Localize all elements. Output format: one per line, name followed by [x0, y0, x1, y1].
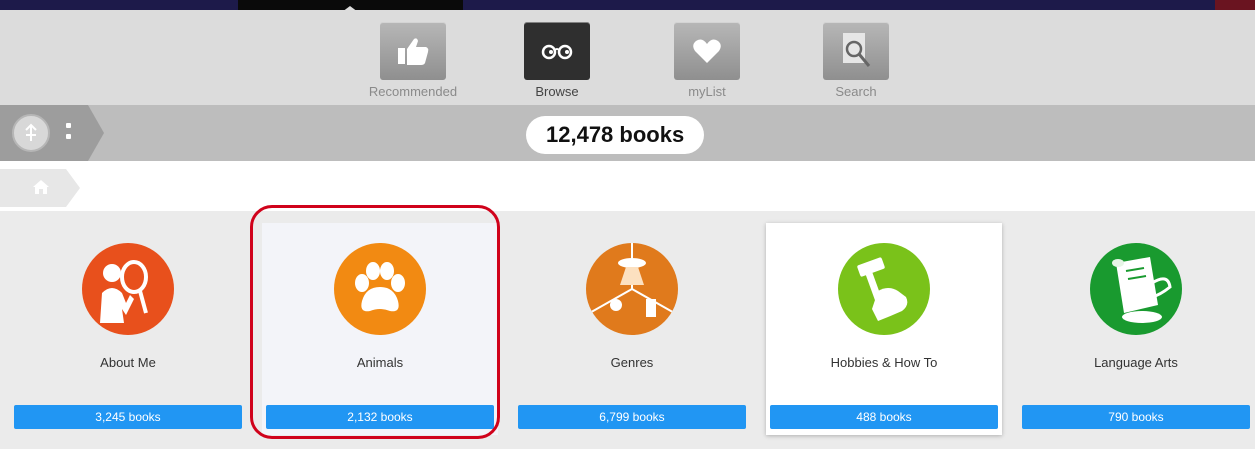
category-label: Language Arts [1094, 355, 1178, 370]
category-label: Animals [356, 355, 404, 370]
category-animals[interactable]: Animals 2,132 books [262, 223, 498, 435]
category-hobbies[interactable]: Hobbies & How To 488 books [766, 223, 1002, 435]
nav-recommended[interactable]: Recommended [358, 22, 468, 99]
nav-search[interactable]: Search [801, 22, 911, 99]
category-count: 488 books [770, 405, 998, 429]
count-bar: 12,478 books [0, 105, 1255, 161]
mirror-person-icon [82, 243, 174, 335]
category-grid: About Me 3,245 books Animals 2,132 books [0, 211, 1255, 449]
nav-label: myList [688, 84, 726, 99]
category-label: Genres [610, 355, 654, 370]
total-book-count: 12,478 books [526, 116, 705, 154]
category-language-arts[interactable]: Language Arts 790 books [1018, 223, 1254, 435]
paw-icon [334, 243, 426, 335]
nav-label: Browse [535, 84, 579, 99]
nav-browse[interactable]: Browse [502, 22, 612, 99]
hammer-fist-icon [838, 243, 930, 335]
category-label: Hobbies & How To [830, 355, 938, 370]
category-count: 6,799 books [518, 405, 746, 429]
nav-label: Recommended [368, 84, 458, 99]
category-label: About Me [100, 355, 156, 370]
genres-collage-icon [586, 243, 678, 335]
nav-tile [674, 22, 740, 80]
home-icon [33, 180, 49, 194]
breadcrumb-home[interactable] [0, 169, 80, 207]
nav-mylist[interactable]: myList [652, 22, 762, 99]
top-strip-segment [1215, 0, 1255, 10]
top-strip [0, 0, 1255, 12]
nav-label: Search [835, 84, 877, 99]
category-genres[interactable]: Genres 6,799 books [514, 223, 750, 435]
main-nav: Recommended Browse myList Search [0, 10, 1255, 105]
search-icon [843, 33, 871, 67]
nav-tile [380, 22, 446, 80]
nav-tile [823, 22, 889, 80]
category-count: 3,245 books [14, 405, 242, 429]
thumbs-up-icon [398, 38, 429, 65]
scroll-quill-icon [1090, 243, 1182, 335]
category-about-me[interactable]: About Me 3,245 books [10, 223, 246, 435]
profile-icon [25, 123, 37, 141]
category-count: 2,132 books [266, 405, 494, 429]
breadcrumb [0, 161, 1255, 211]
nav-tile [524, 22, 590, 80]
profile-button[interactable] [12, 114, 50, 152]
kebab-menu-icon[interactable] [64, 123, 72, 145]
heart-icon [693, 39, 721, 63]
category-count: 790 books [1022, 405, 1250, 429]
glasses-icon [541, 44, 573, 60]
